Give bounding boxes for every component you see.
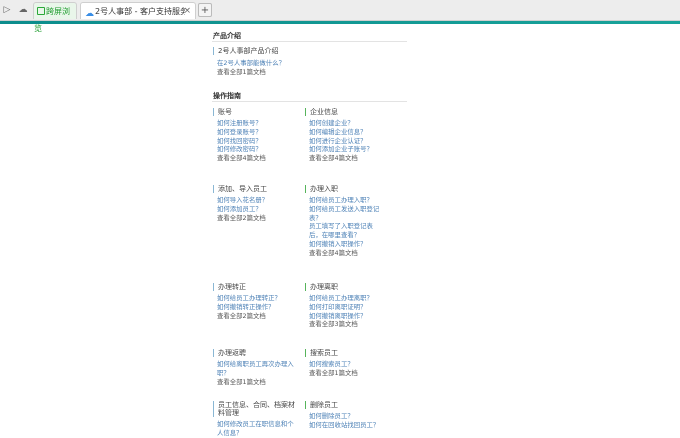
category-account: 账号 如何注册账号？ 如何登录账号？ 如何找回密码？ 如何修改密码？ 查看全部4… [213, 108, 308, 163]
tab-support-platform[interactable]: ☁ 2号人事部 - 客户支持服务平台 × [80, 2, 196, 19]
category-title: 添加、导入员工 [213, 185, 308, 193]
category-title: 删除员工 [305, 401, 400, 409]
view-all-link[interactable]: 查看全部2篇文档 [213, 214, 308, 223]
cloud-icon[interactable]: ☁ [17, 3, 29, 17]
category-title: 员工信息、合同、档案材料管理 [213, 401, 298, 417]
category-title: 账号 [213, 108, 308, 116]
view-all-link[interactable]: 查看全部4篇文档 [213, 154, 308, 163]
close-icon[interactable]: × [183, 3, 191, 20]
category-rehire: 办理返聘 如何给离职员工再次办理入职？ 查看全部1篇文档 [213, 349, 298, 386]
section-divider [212, 101, 407, 102]
category-title: 2号人事部产品介绍 [213, 47, 393, 55]
category-resignation: 办理离职 如何给员工办理离职？ 如何打印离职证明？ 如何撤销离职操作？ 查看全部… [305, 283, 400, 329]
view-all-link[interactable]: 查看全部3篇文档 [305, 320, 400, 329]
category-title: 搜索员工 [305, 349, 400, 357]
category-onboarding: 办理入职 如何给员工办理入职？ 如何给员工发送入职登记表？ 员工填写了入职登记表… [305, 185, 385, 258]
category-delete-employee: 删除员工 如何删除员工？ 如何在回收站找回员工？ [305, 401, 400, 430]
category-add-import-employees: 添加、导入员工 如何导入花名册？ 如何添加员工？ 查看全部2篇文档 [213, 185, 308, 222]
doc-link[interactable]: 在2号人事部能做什么？ [213, 59, 393, 68]
doc-link[interactable]: 如何撤销入职操作？ [305, 240, 385, 249]
doc-link[interactable]: 如何添加员工？ [213, 205, 308, 214]
doc-link[interactable]: 如何在回收站找回员工？ [305, 421, 400, 430]
view-all-link[interactable]: 查看全部4篇文档 [305, 154, 400, 163]
category-intro: 2号人事部产品介绍 在2号人事部能做什么？ 查看全部1篇文档 [213, 47, 393, 77]
section-divider [212, 41, 407, 42]
category-probation: 办理转正 如何给员工办理转正？ 如何撤销转正操作？ 查看全部2篇文档 [213, 283, 308, 320]
category-title: 办理返聘 [213, 349, 298, 357]
doc-link[interactable]: 如何编辑企业信息？ [305, 128, 400, 137]
sidebar-toggle-icon[interactable]: ▷ [2, 3, 12, 17]
view-all-link[interactable]: 查看全部1篇文档 [305, 369, 400, 378]
doc-link[interactable]: 如何登录账号？ [213, 128, 308, 137]
tab-label: 2号人事部 - 客户支持服务平台 [95, 7, 185, 16]
category-company-info: 企业信息 如何创建企业？ 如何编辑企业信息？ 如何进行企业认证？ 如何添加企业子… [305, 108, 400, 163]
doc-link[interactable]: 员工填写了入职登记表后，在哪里查看？ [305, 222, 385, 240]
header-accent-bar [0, 21, 680, 24]
new-tab-button[interactable]: + [198, 3, 212, 17]
section-title-intro: 产品介绍 [213, 32, 241, 40]
doc-link[interactable]: 如何给员工办理转正？ [213, 294, 308, 303]
doc-link[interactable]: 如何修改密码？ [213, 145, 308, 154]
doc-link[interactable]: 如何创建企业？ [305, 119, 400, 128]
doc-link[interactable]: 如何给离职员工再次办理入职？ [213, 360, 298, 378]
browser-tab-bar: ▷ ☁ 跨屏浏览 ☁ 2号人事部 - 客户支持服务平台 × + [0, 0, 680, 33]
doc-link[interactable]: 如何删除员工？ [305, 412, 400, 421]
doc-link[interactable]: 如何注册账号？ [213, 119, 308, 128]
category-title: 企业信息 [305, 108, 400, 116]
doc-link[interactable]: 如何修改员工在职信息和个人信息？ [213, 420, 298, 438]
doc-link[interactable]: 如何撤销转正操作？ [213, 303, 308, 312]
category-search-employee: 搜索员工 如何搜索员工？ 查看全部1篇文档 [305, 349, 400, 378]
phone-icon [37, 7, 45, 15]
view-all-link[interactable]: 查看全部1篇文档 [213, 378, 298, 387]
doc-link[interactable]: 如何给员工发送入职登记表？ [305, 205, 385, 223]
category-employee-records: 员工信息、合同、档案材料管理 如何修改员工在职信息和个人信息？ [213, 401, 298, 438]
doc-link[interactable]: 如何导入花名册？ [213, 196, 308, 205]
doc-link[interactable]: 如何添加企业子账号？ [305, 145, 400, 154]
doc-link[interactable]: 如何给员工办理离职？ [305, 294, 400, 303]
category-title: 办理离职 [305, 283, 400, 291]
section-title-guide: 操作指南 [213, 92, 241, 100]
category-title: 办理入职 [305, 185, 385, 193]
view-all-link[interactable]: 查看全部2篇文档 [213, 312, 308, 321]
category-title: 办理转正 [213, 283, 308, 291]
doc-link[interactable]: 如何搜索员工？ [305, 360, 400, 369]
view-all-link[interactable]: 查看全部1篇文档 [213, 68, 393, 77]
view-all-link[interactable]: 查看全部4篇文档 [305, 249, 385, 258]
doc-link[interactable]: 如何给员工办理入职？ [305, 196, 385, 205]
doc-link[interactable]: 如何打印离职证明？ [305, 303, 400, 312]
tab-cross-screen[interactable]: 跨屏浏览 [33, 2, 77, 33]
